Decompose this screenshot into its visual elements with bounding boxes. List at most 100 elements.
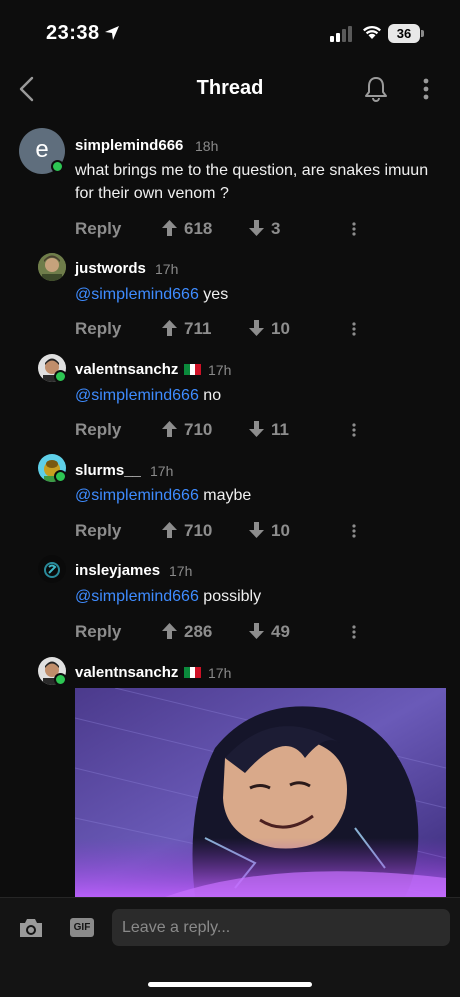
reply-button[interactable]: Reply	[75, 622, 121, 642]
downvote-arrow-icon	[249, 320, 264, 336]
anime-meme-image	[75, 688, 446, 897]
comment-text: what brings me to the question, are snak…	[75, 162, 429, 202]
comment-text: @simplemind666 maybe	[75, 484, 251, 507]
home-indicator	[148, 982, 312, 987]
reply-button[interactable]: Reply	[75, 219, 121, 239]
comment-username[interactable]: justwords	[75, 260, 146, 277]
comment-timestamp: 18h	[195, 138, 219, 154]
comment-body: yes	[198, 286, 229, 303]
reply-input[interactable]	[112, 909, 450, 946]
comment-timestamp: 17h	[208, 665, 232, 681]
upvote-count: 710	[184, 521, 213, 540]
mention-link[interactable]: @simplemind666	[75, 387, 199, 404]
comment-actions: Reply 286 49	[75, 622, 375, 644]
comment-actions: Reply 710 10	[75, 521, 375, 543]
comment-username[interactable]: slurms__	[75, 462, 141, 479]
reply-composer: GIF	[0, 897, 460, 997]
downvote-arrow-icon	[249, 421, 264, 437]
downvote-button[interactable]: 10	[249, 521, 290, 541]
upvote-arrow-icon	[162, 522, 177, 538]
comment-image[interactable]	[75, 688, 446, 897]
upvote-button[interactable]: 618	[162, 219, 212, 239]
status-bar: 23:38 36	[0, 0, 460, 60]
comment-timestamp: 17h	[169, 563, 193, 579]
status-time: 23:38	[46, 22, 100, 44]
comment-timestamp: 17h	[155, 261, 179, 277]
upvote-count: 286	[184, 622, 213, 641]
comment-item: justwords 17h @simplemind666 yes Reply 7…	[0, 252, 460, 348]
upvote-button[interactable]: 286	[162, 622, 212, 642]
upvote-arrow-icon	[162, 320, 177, 336]
upvote-count: 711	[184, 319, 212, 338]
battery-indicator: 36	[388, 24, 420, 43]
thread-header: Thread	[0, 60, 460, 118]
comment-more-icon[interactable]	[351, 523, 357, 539]
avatar[interactable]	[38, 555, 66, 583]
comment-item: e simplemind666 18h what brings me to th…	[0, 128, 460, 248]
comment-more-icon[interactable]	[351, 422, 357, 438]
upvote-button[interactable]: 711	[162, 319, 211, 339]
comment-more-icon[interactable]	[351, 221, 357, 237]
comment-actions: Reply 618 3	[75, 219, 375, 241]
comment-text: @simplemind666 yes	[75, 283, 228, 306]
comment-text: @simplemind666 no	[75, 384, 221, 407]
online-status-dot	[54, 673, 67, 686]
avatar-image	[38, 253, 66, 281]
reply-button[interactable]: Reply	[75, 521, 121, 541]
camera-icon[interactable]	[18, 917, 44, 939]
comment-body: possibly	[198, 588, 262, 605]
comment-body: no	[198, 387, 222, 404]
comment-item: slurms__ 17h @simplemind666 maybe Reply …	[0, 454, 460, 550]
mexico-flag-icon	[184, 667, 202, 678]
battery-tip	[421, 30, 424, 37]
comment-username[interactable]: insleyjames	[75, 562, 160, 579]
avatar[interactable]	[38, 253, 66, 281]
comment-more-icon[interactable]	[351, 321, 357, 337]
comment-text: @simplemind666 possibly	[75, 585, 261, 608]
upvote-count: 710	[184, 420, 213, 439]
location-arrow-icon	[105, 26, 119, 40]
mention-link[interactable]: @simplemind666	[75, 487, 199, 504]
mention-link[interactable]: @simplemind666	[75, 286, 199, 303]
downvote-button[interactable]: 49	[249, 622, 290, 642]
cellular-signal-icon	[330, 26, 352, 42]
comment-timestamp: 17h	[208, 362, 232, 378]
online-status-dot	[51, 160, 64, 173]
comment-more-icon[interactable]	[351, 624, 357, 640]
comment-username[interactable]: valentnsanchz	[75, 664, 178, 681]
downvote-count: 3	[271, 219, 281, 238]
comment-actions: Reply 710 11	[75, 420, 375, 442]
comment-item: valentnsanchz 17h @simplemind666 no Repl…	[0, 353, 460, 449]
downvote-arrow-icon	[249, 623, 264, 639]
comment-body: maybe	[198, 487, 252, 504]
gif-button[interactable]: GIF	[70, 918, 94, 937]
downvote-button[interactable]: 10	[249, 319, 290, 339]
downvote-count: 49	[271, 622, 290, 641]
more-vertical-icon[interactable]	[416, 76, 436, 102]
mexico-flag-icon	[184, 364, 202, 375]
upvote-arrow-icon	[162, 421, 177, 437]
comment-username[interactable]: valentnsanchz	[75, 361, 178, 378]
upvote-button[interactable]: 710	[162, 521, 212, 541]
reply-button[interactable]: Reply	[75, 420, 121, 440]
mention-link[interactable]: @simplemind666	[75, 588, 199, 605]
downvote-arrow-icon	[249, 220, 264, 236]
comment-timestamp: 17h	[150, 463, 174, 479]
upvote-count: 618	[184, 219, 213, 238]
downvote-count: 11	[271, 420, 289, 439]
wifi-icon	[363, 25, 381, 39]
downvote-count: 10	[271, 521, 290, 540]
online-status-dot	[54, 470, 67, 483]
downvote-count: 10	[271, 319, 290, 338]
upvote-arrow-icon	[162, 623, 177, 639]
downvote-button[interactable]: 11	[249, 420, 289, 440]
page-title: Thread	[196, 77, 264, 99]
downvote-button[interactable]: 3	[249, 219, 280, 239]
bell-icon[interactable]	[362, 75, 390, 103]
comment-username[interactable]: simplemind666	[75, 137, 183, 154]
reply-button[interactable]: Reply	[75, 319, 121, 339]
upvote-button[interactable]: 710	[162, 420, 212, 440]
comment-item: insleyjames 17h @simplemind666 possibly …	[0, 554, 460, 650]
comment-actions: Reply 711 10	[75, 319, 375, 341]
online-status-dot	[54, 370, 67, 383]
